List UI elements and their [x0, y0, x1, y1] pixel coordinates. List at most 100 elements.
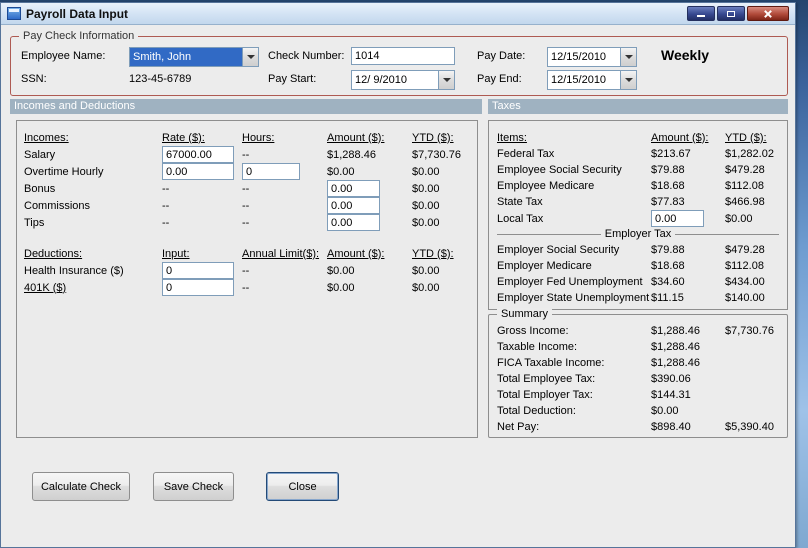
summary-amount: $1,288.46 — [651, 325, 700, 337]
chevron-down-icon — [442, 78, 451, 82]
income-label: Bonus — [24, 182, 56, 195]
tax-label: Local Tax — [497, 212, 544, 225]
window-title: Payroll Data Input — [26, 6, 129, 21]
paycheck-info-group: Pay Check Information Employee Name: Smi… — [10, 30, 788, 96]
annual-limit-column-header: Annual Limit($): — [242, 247, 320, 260]
tax-ytd: $140.00 — [725, 292, 765, 304]
tax-label: Employer Fed Unemployment — [497, 276, 643, 288]
amount-column-header: Amount ($): — [327, 131, 385, 144]
deduction-row-401k: 401K ($) -- $0.00 $0.00 — [17, 279, 477, 296]
pay-start-label: Pay Start: — [268, 73, 317, 85]
client-area: Pay Check Information Employee Name: Smi… — [2, 26, 794, 546]
summary-label: Gross Income: — [497, 325, 569, 337]
tax-label: State Tax — [497, 196, 543, 208]
tax-amount: $79.88 — [651, 244, 685, 256]
salary-rate-input[interactable] — [162, 146, 234, 163]
ytd-column-header: YTD ($): — [412, 131, 454, 144]
employee-name-dropdown-button[interactable] — [242, 48, 258, 66]
deductions-column-header: Deductions: — [24, 247, 83, 260]
deduction-limit: -- — [242, 281, 250, 294]
calculate-check-button[interactable]: Calculate Check — [32, 472, 130, 501]
summary-row-gross-income: Gross Income: $1,288.46 $7,730.76 — [489, 323, 787, 339]
pay-end-dropdown-button[interactable] — [620, 71, 636, 89]
income-hours: -- — [242, 148, 250, 161]
tax-row-employer-medicare: Employer Medicare $18.68 $112.08 — [489, 258, 787, 274]
deduction-amount: $0.00 — [327, 281, 355, 294]
pay-frequency-label: Weekly — [661, 47, 709, 63]
overtime-hours-input[interactable] — [242, 163, 300, 180]
tax-amount: $79.88 — [651, 164, 685, 176]
overtime-rate-input[interactable] — [162, 163, 234, 180]
summary-label: FICA Taxable Income: — [497, 357, 605, 369]
income-rate: -- — [162, 182, 170, 195]
income-hours: -- — [242, 216, 250, 229]
ssn-label: SSN: — [21, 73, 47, 85]
amount-column-header: Amount ($): — [327, 247, 385, 260]
summary-group-label: Summary — [497, 308, 553, 320]
taxes-section-header: Taxes — [488, 99, 788, 114]
summary-row-net-pay: Net Pay: $898.40 $5,390.40 — [489, 419, 787, 435]
tax-label: Employee Medicare — [497, 180, 595, 192]
tax-ytd: $466.98 — [725, 196, 765, 208]
summary-row-total-employee-tax: Total Employee Tax: $390.06 — [489, 371, 787, 387]
minimize-button[interactable] — [687, 6, 715, 21]
tax-ytd: $434.00 — [725, 276, 765, 288]
pay-start-dropdown-button[interactable] — [438, 71, 454, 89]
rate-column-header: Rate ($): — [162, 131, 205, 144]
tax-label: Employee Social Security — [497, 164, 622, 176]
tax-row-state: State Tax $77.83 $466.98 — [489, 194, 787, 210]
tax-amount: $18.68 — [651, 180, 685, 192]
employee-name-label: Employee Name: — [21, 50, 106, 62]
summary-row-taxable-income: Taxable Income: $1,288.46 — [489, 339, 787, 355]
health-insurance-input[interactable] — [162, 262, 234, 279]
pay-end-picker[interactable]: 12/15/2010 — [547, 70, 637, 90]
tax-label: Employer Medicare — [497, 260, 592, 272]
pay-date-dropdown-button[interactable] — [620, 48, 636, 66]
deduction-row-health-insurance: Health Insurance ($) -- $0.00 $0.00 — [17, 262, 477, 279]
pay-date-picker[interactable]: 12/15/2010 — [547, 47, 637, 67]
bonus-amount-input[interactable] — [327, 180, 380, 197]
summary-label: Net Pay: — [497, 421, 540, 433]
income-ytd: $0.00 — [412, 182, 440, 195]
check-number-input[interactable] — [351, 47, 455, 65]
tax-label: Federal Tax — [497, 148, 555, 160]
deduction-label: Health Insurance ($) — [24, 264, 124, 277]
incomes-deductions-panel: Incomes: Rate ($): Hours: Amount ($): YT… — [16, 120, 478, 438]
title-bar[interactable]: Payroll Data Input — [1, 3, 795, 25]
summary-ytd: $7,730.76 — [725, 325, 774, 337]
tax-amount: $11.15 — [651, 292, 684, 304]
payroll-window: Payroll Data Input Pay Check Information… — [0, 2, 796, 548]
summary-amount: $0.00 — [651, 405, 679, 417]
commissions-amount-input[interactable] — [327, 197, 380, 214]
minimize-icon — [697, 15, 705, 17]
income-rate: -- — [162, 199, 170, 212]
items-column-header: Items: — [497, 131, 527, 144]
income-row-overtime: Overtime Hourly $0.00 $0.00 — [17, 163, 477, 180]
tax-amount: $77.83 — [651, 196, 685, 208]
close-button[interactable] — [747, 6, 789, 21]
summary-amount: $144.31 — [651, 389, 691, 401]
check-number-label: Check Number: — [268, 50, 345, 62]
save-check-button[interactable]: Save Check — [153, 472, 234, 501]
summary-label: Total Deduction: — [497, 405, 576, 417]
tax-amount: $18.68 — [651, 260, 685, 272]
income-hours: -- — [242, 199, 250, 212]
deduction-ytd: $0.00 — [412, 264, 440, 277]
pay-end-value: 12/15/2010 — [551, 74, 607, 86]
local-tax-input[interactable] — [651, 210, 704, 227]
maximize-button[interactable] — [717, 6, 745, 21]
employee-name-combobox[interactable]: Smith, John — [129, 47, 259, 67]
summary-row-fica-taxable-income: FICA Taxable Income: $1,288.46 — [489, 355, 787, 371]
pay-end-label: Pay End: — [477, 73, 522, 85]
tax-row-federal: Federal Tax $213.67 $1,282.02 — [489, 146, 787, 162]
pay-start-picker[interactable]: 12/ 9/2010 — [351, 70, 455, 90]
maximize-icon — [727, 10, 735, 17]
close-check-button[interactable]: Close — [266, 472, 339, 501]
tips-amount-input[interactable] — [327, 214, 380, 231]
income-hours: -- — [242, 182, 250, 195]
summary-label: Total Employee Tax: — [497, 373, 596, 385]
income-label: Tips — [24, 216, 45, 229]
401k-input[interactable] — [162, 279, 234, 296]
deduction-401k-link[interactable]: 401K ($) — [24, 282, 162, 294]
